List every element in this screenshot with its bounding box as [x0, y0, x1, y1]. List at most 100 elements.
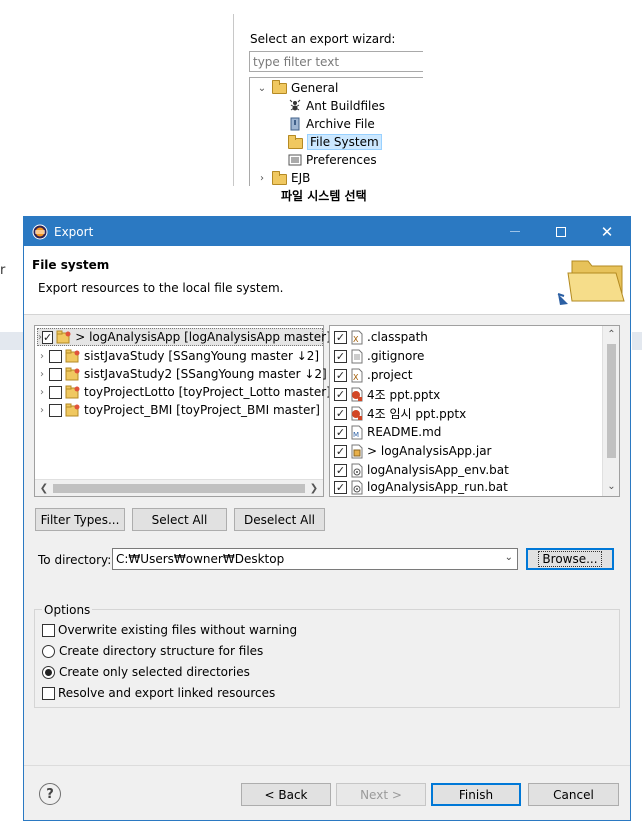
scrollbar-thumb[interactable] [607, 344, 616, 458]
bat-file-icon [350, 463, 364, 478]
help-icon[interactable]: ? [39, 783, 61, 805]
next-button[interactable]: Next > [336, 783, 426, 806]
file-row[interactable]: ✓ X .classpath [334, 328, 428, 346]
folder-icon [272, 171, 287, 185]
wizard-caption: 파일 시스템 선택 [281, 189, 367, 203]
deselect-all-button[interactable]: Deselect All [234, 508, 325, 531]
markdown-file-icon: M [350, 425, 364, 440]
wizard-tree-preferences[interactable]: Preferences [288, 151, 377, 169]
resolve-linked-label: Resolve and export linked resources [58, 686, 276, 700]
minimize-button[interactable] [492, 217, 538, 246]
back-button[interactable]: < Back [241, 783, 331, 806]
file-row[interactable]: ✓ 4조 임시 ppt.pptx [334, 404, 466, 422]
tree-label: EJB [291, 171, 311, 185]
scroll-down-icon[interactable]: ⌄ [603, 479, 620, 495]
file-list-pane[interactable]: ✓ X .classpath ✓ .gitignore ✓ X .project… [329, 325, 620, 497]
chevron-right-icon[interactable]: › [35, 387, 49, 398]
create-structure-option[interactable]: Create directory structure for files [42, 643, 263, 659]
tree-label: Archive File [306, 117, 375, 131]
browse-label: Browse... [538, 551, 602, 567]
wizard-tree-general[interactable]: ⌄ General [256, 79, 338, 97]
create-selected-option[interactable]: Create only selected directories [42, 664, 250, 680]
file-checkbox[interactable]: ✓ [334, 480, 347, 494]
chevron-right-icon[interactable]: › [35, 405, 49, 416]
export-dialog: Export ✕ File system Export resources to… [23, 216, 631, 821]
project-row[interactable]: › ✓ > logAnalysisApp [logAnalysisApp mas… [37, 328, 331, 346]
file-checkbox[interactable]: ✓ [334, 387, 347, 401]
xml-file-icon: X [350, 330, 364, 345]
project-checkbox[interactable] [49, 349, 62, 363]
file-checkbox[interactable]: ✓ [334, 425, 347, 439]
overwrite-option[interactable]: Overwrite existing files without warning [42, 622, 297, 638]
file-checkbox[interactable]: ✓ [334, 463, 347, 477]
to-directory-combo[interactable]: ⌄ [112, 548, 518, 570]
file-row[interactable]: ✓ logAnalysisApp_run.bat [334, 479, 508, 495]
wizard-tree-ant-buildfiles[interactable]: Ant Buildfiles [288, 97, 385, 115]
project-folder-icon [65, 367, 81, 381]
file-row[interactable]: ✓ .gitignore [334, 347, 424, 365]
project-row[interactable]: › toyProject_BMI [toyProject_BMI master] [35, 401, 320, 419]
project-checkbox[interactable] [49, 367, 62, 381]
file-label: 4조 임시 ppt.pptx [367, 406, 467, 421]
wizard-tree-archive-file[interactable]: Archive File [288, 115, 375, 133]
project-row[interactable]: › toyProjectLotto [toyProject_Lotto mast… [35, 383, 331, 401]
wizard-filter-input[interactable] [249, 51, 423, 72]
project-folder-icon [65, 385, 81, 399]
svg-text:X: X [353, 373, 359, 382]
horizontal-scrollbar[interactable]: ❮ ❯ [35, 479, 323, 496]
project-row[interactable]: › sistJavaStudy2 [SSangYoung master ↓2] [35, 365, 327, 383]
wizard-tree-file-system[interactable]: File System [288, 133, 382, 151]
tree-label: Ant Buildfiles [306, 99, 385, 113]
finish-button[interactable]: Finish [431, 783, 521, 806]
project-tree-pane[interactable]: › ✓ > logAnalysisApp [logAnalysisApp mas… [34, 325, 331, 497]
maximize-icon [556, 226, 566, 237]
chevron-right-icon[interactable]: › [35, 369, 49, 380]
scroll-left-icon[interactable]: ❮ [36, 481, 52, 496]
select-all-button[interactable]: Select All [132, 508, 227, 531]
resolve-linked-option[interactable]: Resolve and export linked resources [42, 685, 275, 701]
svg-text:M: M [353, 431, 359, 439]
file-row[interactable]: ✓ logAnalysisApp_env.bat [334, 461, 509, 479]
project-row[interactable]: › sistJavaStudy [SSangYoung master ↓2] [35, 347, 319, 365]
file-checkbox[interactable]: ✓ [334, 368, 347, 382]
scroll-right-icon[interactable]: ❯ [306, 481, 322, 496]
file-label: logAnalysisApp_env.bat [367, 463, 509, 477]
project-checkbox[interactable]: ✓ [42, 330, 54, 344]
overwrite-checkbox[interactable] [42, 623, 55, 637]
cancel-button[interactable]: Cancel [528, 783, 619, 806]
chevron-right-icon[interactable]: › [256, 173, 268, 184]
to-directory-input[interactable] [113, 551, 493, 567]
scrollbar-thumb[interactable] [53, 484, 305, 493]
resolve-linked-checkbox[interactable] [42, 686, 55, 700]
browse-button[interactable]: Browse... [526, 548, 614, 570]
file-row[interactable]: ✓ M README.md [334, 423, 441, 441]
project-checkbox[interactable] [49, 403, 62, 417]
scroll-up-icon[interactable]: ⌃ [603, 327, 620, 343]
filter-types-button[interactable]: Filter Types... [35, 508, 125, 531]
overwrite-label: Overwrite existing files without warning [58, 623, 298, 637]
file-checkbox[interactable]: ✓ [334, 406, 347, 420]
to-directory-label: To directory: [38, 553, 112, 567]
file-checkbox[interactable]: ✓ [334, 330, 347, 344]
create-selected-radio[interactable] [42, 665, 55, 679]
close-button[interactable]: ✕ [584, 217, 630, 246]
create-structure-radio[interactable] [42, 644, 55, 658]
vertical-scrollbar[interactable]: ⌃ ⌄ [602, 326, 619, 496]
chevron-down-icon[interactable]: ⌄ [505, 552, 513, 563]
project-label: toyProjectLotto [toyProject_Lotto master… [84, 385, 331, 399]
maximize-button[interactable] [538, 217, 584, 246]
file-row[interactable]: ✓ 4조 ppt.pptx [334, 385, 440, 403]
file-checkbox[interactable]: ✓ [334, 349, 347, 363]
file-label: .project [367, 368, 413, 382]
file-row[interactable]: ✓ X .project [334, 366, 412, 384]
file-checkbox[interactable]: ✓ [334, 444, 347, 458]
tree-label: File System [307, 134, 382, 150]
tree-label: General [291, 81, 339, 95]
project-checkbox[interactable] [49, 385, 62, 399]
chevron-right-icon[interactable]: › [35, 351, 49, 362]
wizard-tree-ejb[interactable]: › EJB [256, 169, 310, 187]
file-row[interactable]: ✓ > logAnalysisApp.jar [334, 442, 491, 460]
chevron-down-icon[interactable]: ⌄ [256, 83, 268, 94]
project-folder-icon [56, 330, 72, 344]
title-bar[interactable]: Export ✕ [24, 217, 630, 246]
